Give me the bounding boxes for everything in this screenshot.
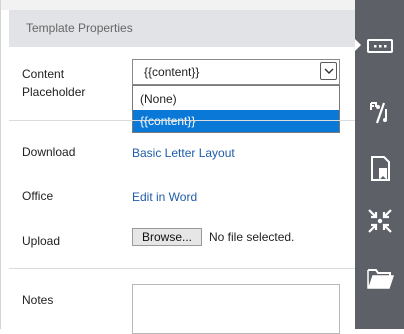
option-label: {{content}} xyxy=(140,114,196,128)
browse-button[interactable]: Browse... xyxy=(132,228,202,246)
content-label-line2: Placeholder xyxy=(22,85,86,99)
document-bookmark-icon[interactable] xyxy=(355,148,404,188)
dropdown-option-none[interactable]: (None) xyxy=(133,88,339,110)
panel-header: Template Properties xyxy=(9,10,356,47)
notes-label: Notes xyxy=(22,293,54,307)
notes-textarea[interactable] xyxy=(132,284,340,334)
select-value: {{content}} xyxy=(144,65,200,79)
properties-icon[interactable] xyxy=(355,26,404,66)
content-label-line1: Content xyxy=(22,67,65,81)
compress-arrows-icon[interactable] xyxy=(355,200,404,240)
option-label: (None) xyxy=(140,92,177,106)
divider xyxy=(9,120,356,121)
folder-icon[interactable] xyxy=(355,258,404,298)
top-strip xyxy=(1,0,356,10)
office-label: Office xyxy=(22,189,54,203)
upload-status: No file selected. xyxy=(209,230,295,244)
upload-label: Upload xyxy=(22,234,61,248)
template-properties-panel: Template Properties Content Placeholder … xyxy=(0,0,356,334)
edit-in-word-link[interactable]: Edit in Word xyxy=(132,190,197,204)
right-icon-rail xyxy=(355,0,404,329)
download-label: Download xyxy=(22,145,76,159)
divider xyxy=(9,268,356,269)
panel-title: Template Properties xyxy=(26,21,133,35)
content-placeholder-label: Content Placeholder xyxy=(22,65,85,101)
dropdown-option-content[interactable]: {{content}} xyxy=(133,110,339,132)
download-link[interactable]: Basic Letter Layout xyxy=(132,146,235,160)
placeholder-dropdown-list: (None) {{content}} xyxy=(132,85,340,133)
chevron-down-icon[interactable] xyxy=(320,62,337,80)
percent-replace-icon[interactable] xyxy=(355,93,404,133)
content-placeholder-select[interactable]: {{content}} xyxy=(132,59,340,85)
